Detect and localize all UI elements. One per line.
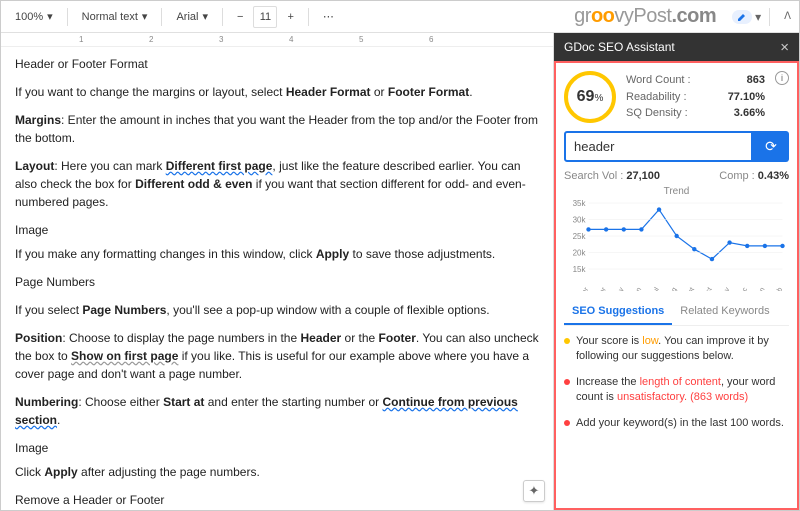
style-select[interactable]: Normal text▾ <box>76 6 154 28</box>
seo-sidebar: GDoc SEO Assistant × 69% Word Count :863… <box>554 33 799 510</box>
font-size-input[interactable]: 11 <box>253 6 277 28</box>
svg-text:25k: 25k <box>573 232 587 241</box>
info-icon[interactable]: i <box>775 71 789 85</box>
svg-text:Jun: Jun <box>631 286 643 291</box>
sidebar-header: GDoc SEO Assistant × <box>554 33 799 61</box>
heading: Header or Footer Format <box>15 55 539 73</box>
close-icon[interactable]: × <box>780 39 789 56</box>
ruler[interactable]: 123456 <box>1 33 553 47</box>
trend-label: Trend <box>564 186 789 197</box>
document-body[interactable]: Header or Footer Format If you want to c… <box>1 47 553 510</box>
tab-seo-suggestions[interactable]: SEO Suggestions <box>564 299 672 325</box>
toolbar: 100%▾ Normal text▾ Arial▾ − 11 + ⋯ groov… <box>1 1 799 33</box>
refresh-button[interactable]: ⟳ <box>753 131 789 162</box>
svg-text:May: May <box>613 286 626 291</box>
suggestions-list: Your score is low. You can improve it by… <box>564 334 789 431</box>
font-size-decrease[interactable]: − <box>231 6 249 28</box>
competition: Comp : 0.43% <box>719 170 789 182</box>
svg-text:35k: 35k <box>573 199 587 208</box>
svg-text:Apr: Apr <box>596 286 608 291</box>
list-item: Your score is low. You can improve it by… <box>564 334 789 365</box>
seo-score: 69% <box>564 71 616 123</box>
search-volume: Search Vol : 27,100 <box>564 170 660 182</box>
keyword-input[interactable] <box>564 131 753 162</box>
more-format-icon[interactable]: ⋯ <box>317 6 340 28</box>
list-item: Add your keyword(s) in the last 100 word… <box>564 416 789 431</box>
svg-text:Dec: Dec <box>737 286 750 291</box>
svg-text:Jul: Jul <box>650 286 661 291</box>
trend-chart: 35k 30k 25k 20k 15k Mar Apr May Jun Jul Aug Sept Oct… <box>564 199 789 291</box>
svg-text:Sept: Sept <box>683 286 696 291</box>
tab-related-keywords[interactable]: Related Keywords <box>672 299 777 325</box>
svg-text:Jan: Jan <box>755 286 767 291</box>
font-size-increase[interactable]: + <box>281 6 299 28</box>
svg-text:Aug: Aug <box>666 286 678 291</box>
seo-metrics: Word Count :863 Readability :77.10% SQ D… <box>626 72 765 122</box>
svg-text:Feb: Feb <box>772 286 784 291</box>
font-select[interactable]: Arial▾ <box>170 6 214 28</box>
svg-text:Mar: Mar <box>578 286 590 291</box>
svg-text:Nov: Nov <box>719 286 732 291</box>
editing-mode-button[interactable]: ▾ <box>732 10 761 24</box>
svg-text:Oct: Oct <box>702 286 714 291</box>
explore-button[interactable]: ✦ <box>523 480 545 502</box>
list-item: Increase the length of content, your wor… <box>564 375 789 406</box>
collapse-toolbar-icon[interactable]: ᐱ <box>784 11 791 22</box>
zoom-select[interactable]: 100%▾ <box>9 6 59 28</box>
svg-text:15k: 15k <box>573 265 587 274</box>
watermark-logo: groovyPost.com <box>574 5 716 28</box>
svg-text:20k: 20k <box>573 249 587 258</box>
document-area: 123456 Header or Footer Format If you wa… <box>1 33 554 510</box>
svg-text:30k: 30k <box>573 216 587 225</box>
